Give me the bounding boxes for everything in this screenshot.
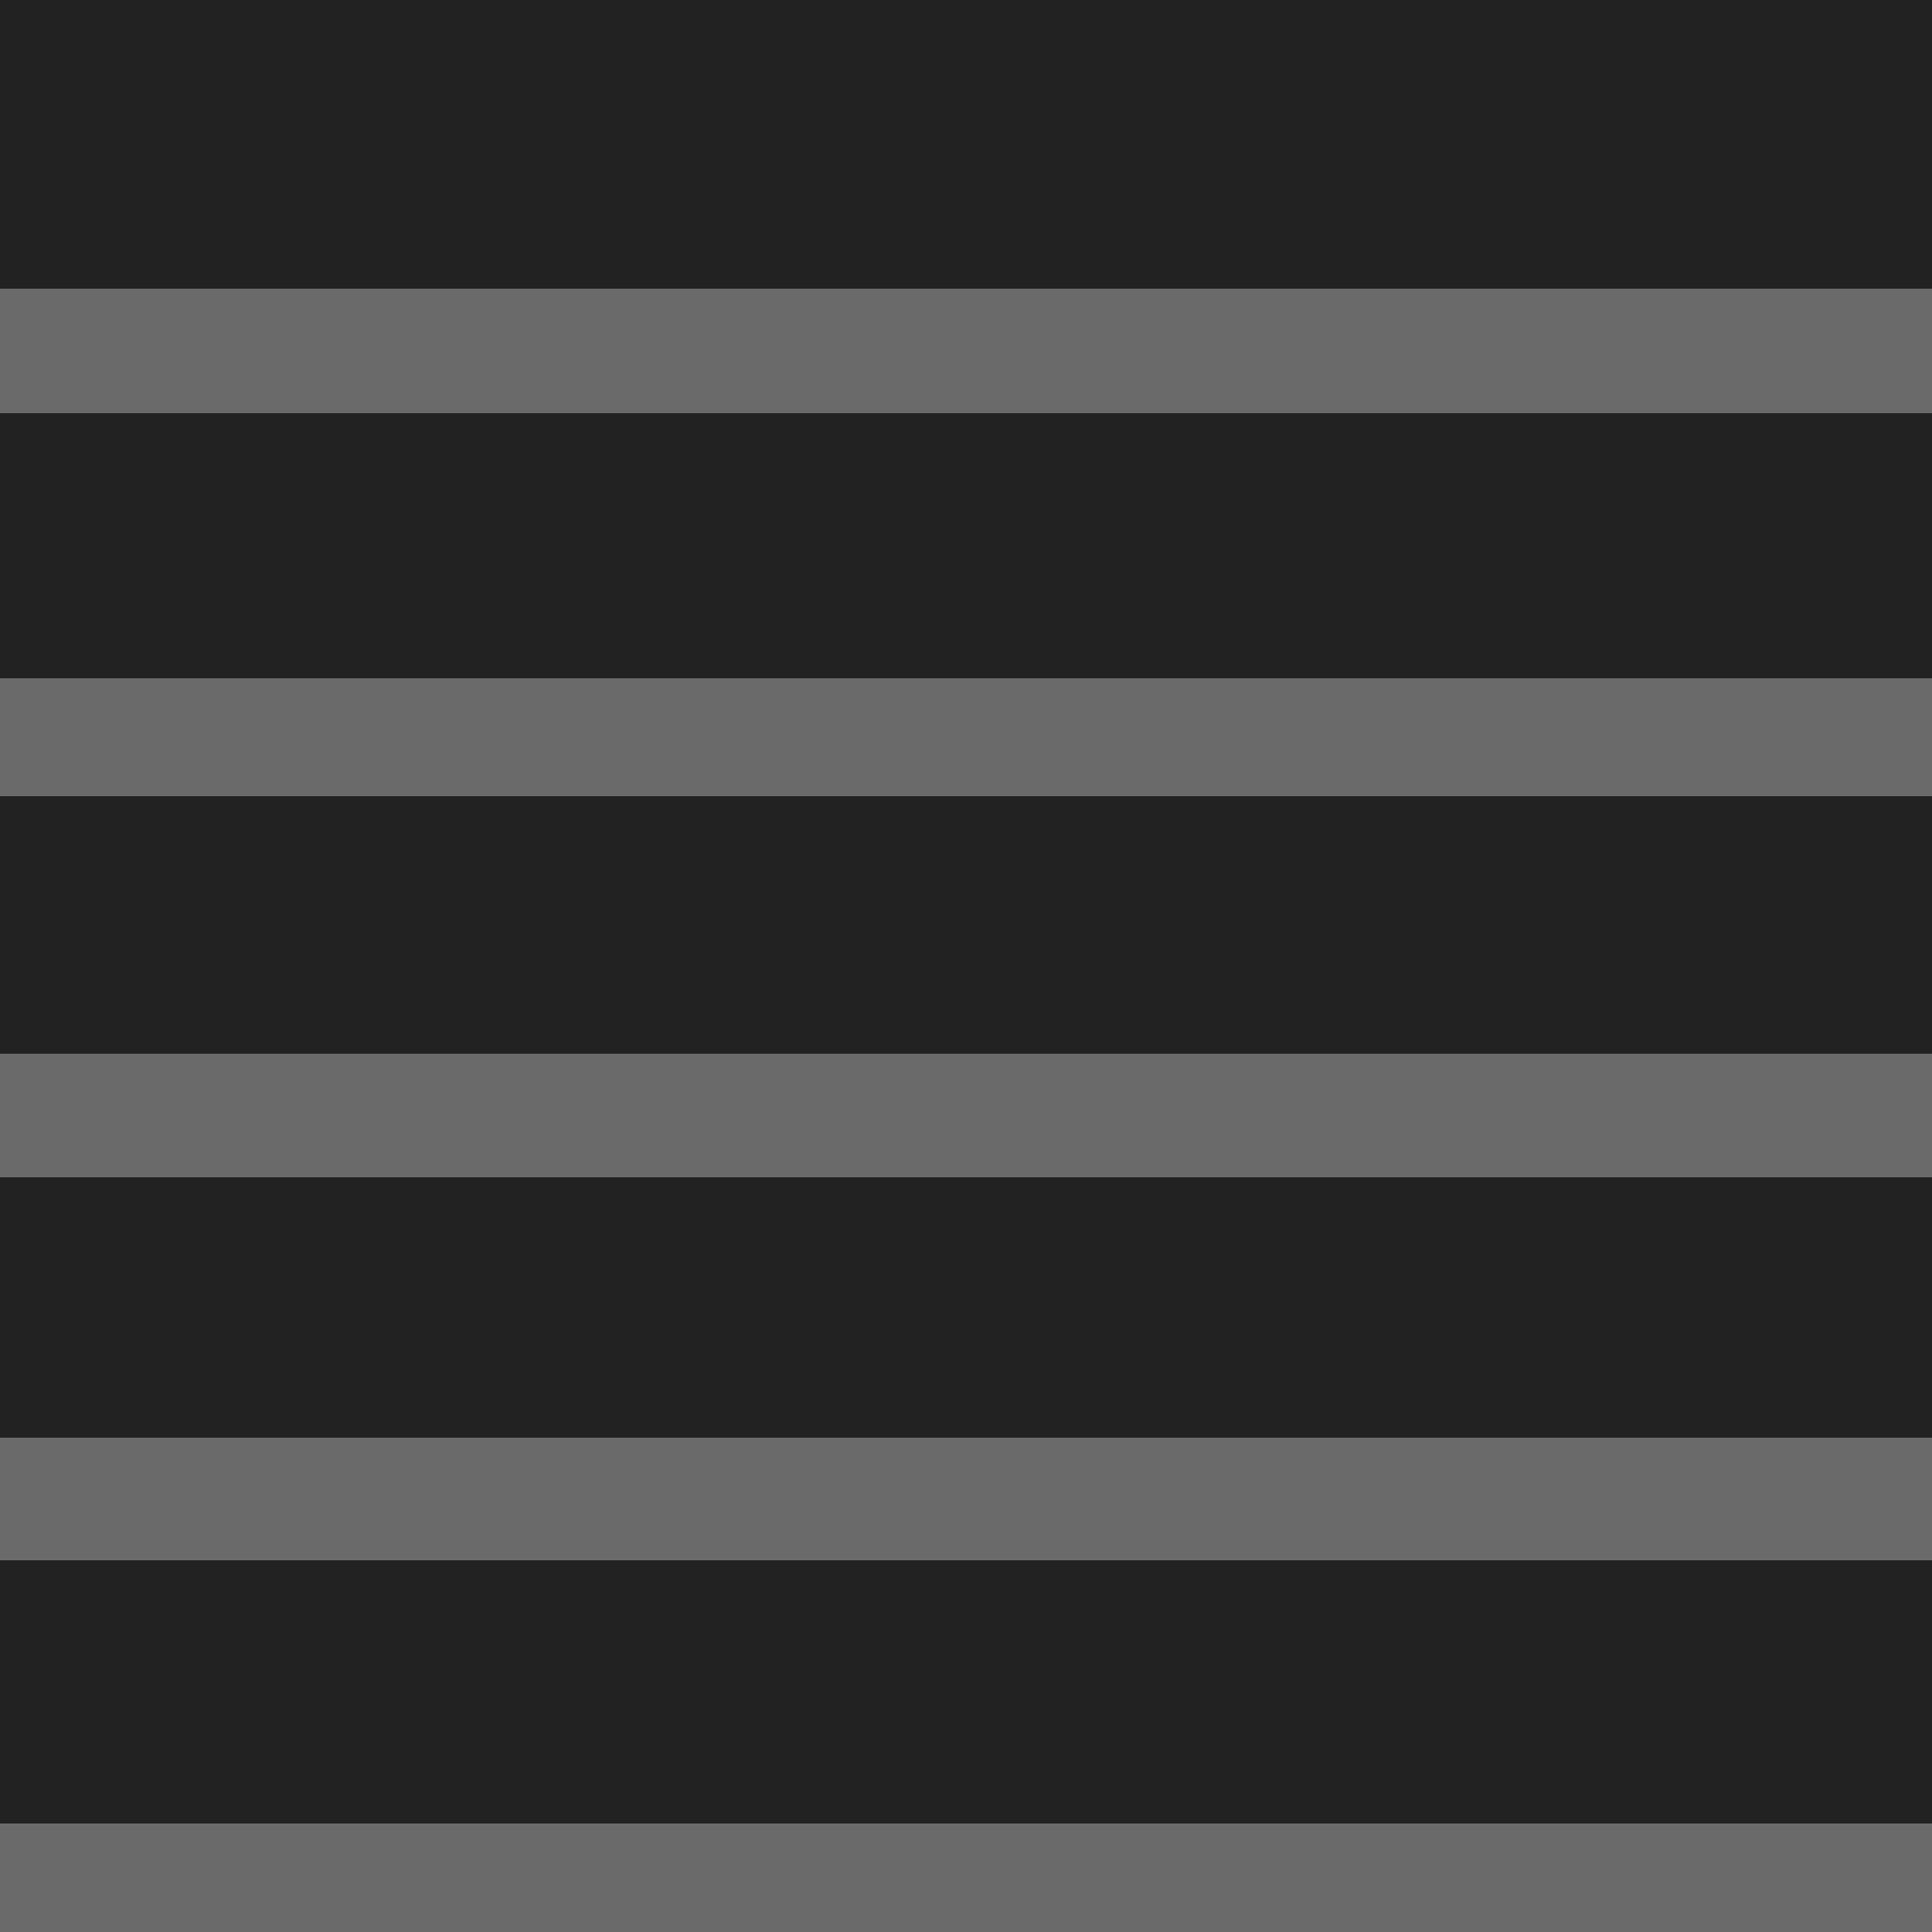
dark-panel-1 bbox=[0, 0, 1932, 289]
separator-bar-2 bbox=[0, 678, 1932, 796]
dark-panel-5 bbox=[0, 1560, 1932, 1824]
dark-panel-3 bbox=[0, 796, 1932, 1054]
dark-panel-2 bbox=[0, 413, 1932, 678]
dark-panel-4 bbox=[0, 1177, 1932, 1438]
separator-bar-4 bbox=[0, 1438, 1932, 1560]
separator-bar-3 bbox=[0, 1054, 1932, 1177]
separator-bar-5 bbox=[0, 1824, 1932, 1932]
separator-bar-1 bbox=[0, 289, 1932, 413]
